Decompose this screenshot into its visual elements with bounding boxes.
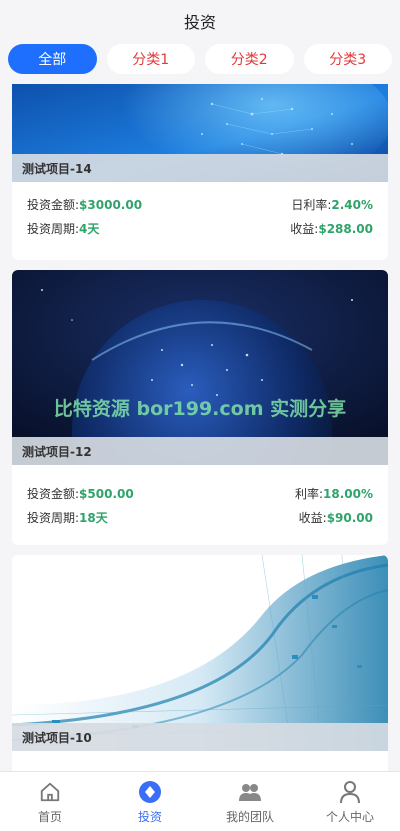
amount-label: 投资金额:	[27, 197, 80, 212]
tab-all[interactable]: 全部	[8, 44, 97, 74]
amount-label: 投资金额:	[27, 486, 80, 501]
nav-profile-label: 个人中心	[325, 809, 374, 824]
project-card[interactable]: 测试项目-10	[12, 555, 388, 772]
rate-value: 2.40%	[331, 197, 373, 212]
rate-value: 18.00%	[323, 486, 373, 501]
project-card[interactable]: 比特资源 bor199.com 实测分享 测试项目-12 投资金额:$500.0…	[12, 270, 388, 545]
earth-image: 比特资源 bor199.com 实测分享	[12, 270, 388, 465]
income-value: $288.00	[318, 221, 373, 236]
nav-invest[interactable]: 投资	[100, 772, 200, 831]
tab-category-1[interactable]: 分类1	[106, 44, 195, 74]
nav-team[interactable]: 我的团队	[200, 772, 300, 831]
invest-icon	[137, 779, 163, 805]
project-title: 测试项目-14	[12, 154, 388, 182]
period-label: 投资周期:	[27, 510, 80, 525]
project-title: 测试项目-10	[12, 723, 388, 751]
project-title: 测试项目-12	[12, 437, 388, 465]
category-tabs: 全部 分类1 分类2 分类3	[8, 44, 392, 74]
project-info: 投资金额:$3000.00 日利率:2.40% 投资周期:4天 收益:$288.…	[12, 192, 388, 240]
nav-home-label: 首页	[37, 809, 62, 824]
rate-label: 利率:	[294, 486, 324, 501]
project-banner: 比特资源 bor199.com 实测分享 测试项目-12	[12, 270, 388, 465]
tab-category-3[interactable]: 分类3	[303, 44, 392, 74]
digital-tunnel-image	[12, 555, 388, 751]
project-info: 投资金额:$500.00 利率:18.00% 投资周期:18天 收益:$90.0…	[12, 481, 388, 529]
income-value: $90.00	[326, 510, 373, 525]
page-title: 投资	[183, 13, 216, 32]
project-banner: 测试项目-10	[12, 555, 388, 751]
project-card[interactable]: 测试项目-14 投资金额:$3000.00 日利率:2.40% 投资周期:4天 …	[12, 84, 388, 260]
nav-invest-label: 投资	[137, 809, 162, 824]
project-banner: 测试项目-14	[12, 84, 388, 182]
amount-value: $3000.00	[79, 197, 143, 212]
bottom-nav: 首页 投资 我的团队 个人中心	[0, 771, 400, 831]
nav-home[interactable]: 首页	[0, 772, 100, 831]
project-list[interactable]: 测试项目-14 投资金额:$3000.00 日利率:2.40% 投资周期:4天 …	[12, 84, 388, 772]
period-value: 18天	[79, 510, 108, 525]
income-label: 收益:	[290, 221, 319, 236]
tab-category-2[interactable]: 分类2	[205, 44, 294, 74]
page-header: 投资	[0, 0, 400, 42]
period-value: 4天	[79, 221, 100, 236]
nav-team-label: 我的团队	[225, 809, 274, 824]
team-icon	[237, 779, 263, 805]
income-label: 收益:	[298, 510, 327, 525]
user-icon	[337, 779, 363, 805]
amount-value: $500.00	[79, 486, 134, 501]
watermark-text: 比特资源 bor199.com 实测分享	[54, 397, 346, 420]
nav-profile[interactable]: 个人中心	[300, 772, 400, 831]
rate-label: 日利率:	[291, 197, 332, 212]
home-icon	[37, 779, 63, 805]
period-label: 投资周期:	[27, 221, 80, 236]
